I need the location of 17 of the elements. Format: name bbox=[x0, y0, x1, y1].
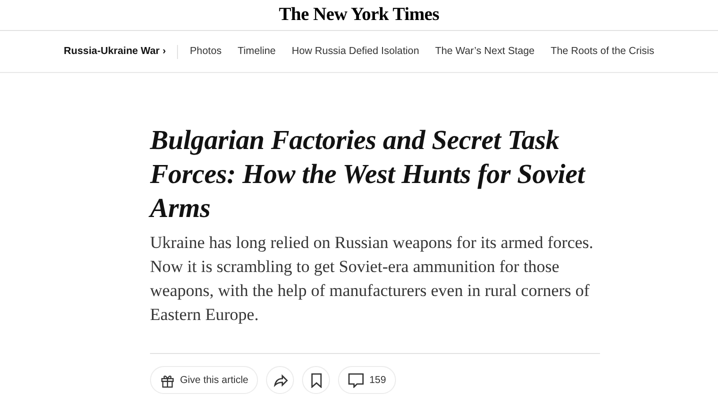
bookmark-icon bbox=[310, 372, 322, 388]
nav-link[interactable]: Timeline bbox=[238, 46, 276, 57]
gift-button[interactable]: Give this article bbox=[150, 366, 258, 394]
gift-icon bbox=[160, 372, 175, 388]
share-icon bbox=[272, 374, 288, 386]
bookmark-button[interactable] bbox=[302, 366, 330, 394]
comment-icon bbox=[348, 372, 364, 388]
nav-link[interactable]: The War’s Next Stage bbox=[435, 46, 535, 57]
comments-button[interactable]: 159 bbox=[338, 366, 396, 394]
nav-link[interactable]: The Roots of the Crisis bbox=[550, 46, 654, 57]
summary: Ukraine has long relied on Russian weapons for its armed forces. Now it is scrambling to get Soviet-era ammunition for those weapons, with the help of manufacturers even in rural corners of Eastern Europe. bbox=[150, 232, 594, 326]
share-button[interactable] bbox=[266, 366, 294, 394]
nav-link[interactable]: How Russia Defied Isolation bbox=[292, 46, 420, 57]
nav-link[interactable]: Photos bbox=[190, 46, 222, 57]
section-link[interactable]: Russia-Ukraine War › bbox=[64, 44, 178, 58]
headline: Bulgarian Factories and Secret Task Forces: How the West Hunts for Soviet Arms bbox=[150, 123, 586, 225]
newspaper-logo[interactable]: The New York Times bbox=[278, 4, 440, 26]
